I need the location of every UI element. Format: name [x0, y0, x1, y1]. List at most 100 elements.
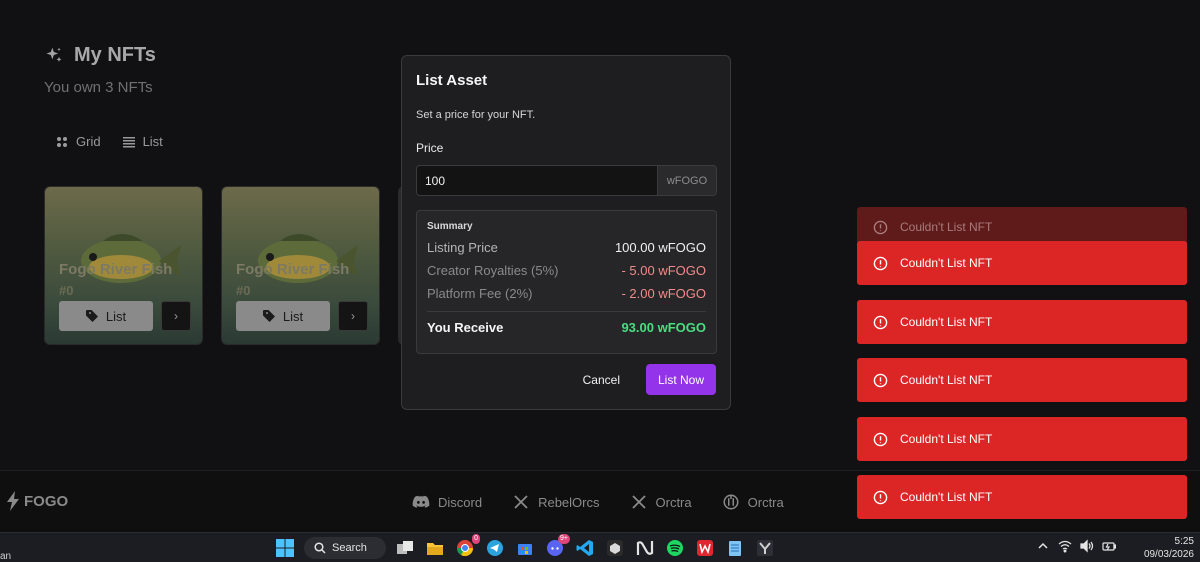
system-tray [1036, 539, 1116, 553]
tag-icon [85, 310, 98, 322]
notepad-button[interactable] [724, 537, 746, 559]
list-icon [122, 136, 135, 147]
error-toast[interactable]: Couldn't List NFT [857, 475, 1187, 519]
telegram-button[interactable] [484, 537, 506, 559]
notion-like-button[interactable] [634, 537, 656, 559]
fish-image [258, 234, 358, 283]
cancel-button[interactable]: Cancel [567, 364, 636, 395]
list-view-button[interactable]: List [122, 134, 163, 149]
you-receive-label: You Receive [427, 320, 504, 335]
royalties-label: Creator Royalties (5%) [427, 263, 559, 278]
notepad-icon [729, 541, 741, 556]
toast-message: Couldn't List NFT [900, 432, 993, 446]
battery-icon[interactable] [1102, 539, 1116, 553]
nft-number: #0 [59, 283, 74, 298]
nft-card[interactable]: Fogo River Fish #0 List › [221, 186, 380, 345]
task-view-icon [397, 541, 413, 554]
listing-price-row: Listing Price 100.00 wFOGO [427, 240, 706, 255]
grid-view-button[interactable]: Grid [56, 134, 101, 149]
telegram-icon [487, 540, 503, 556]
you-receive-row: You Receive 93.00 wFOGO [427, 320, 706, 335]
list-nft-label: List [105, 308, 127, 324]
vscode-icon [576, 540, 593, 556]
nft-card[interactable]: Fogo River Fish #0 List › [44, 186, 203, 345]
toast-message: Couldn't List NFT [900, 256, 993, 270]
chevron-right-icon: › [174, 309, 178, 323]
bolt-icon [7, 491, 19, 511]
social-link-x-orctra[interactable]: Orctra [630, 493, 692, 511]
alert-circle-icon [873, 256, 888, 270]
social-link-x-rebelorcs[interactable]: RebelOrcs [512, 493, 600, 511]
cube-icon [607, 540, 623, 556]
3d-app-button[interactable] [604, 537, 626, 559]
error-toast[interactable]: Couldn't List NFT [857, 300, 1187, 344]
nft-name: Fogo River Fish [59, 261, 173, 278]
search-label: Search [332, 542, 367, 554]
alert-circle-icon [873, 490, 888, 504]
wps-button[interactable] [694, 537, 716, 559]
windows-icon [276, 539, 294, 557]
app-y-button[interactable] [754, 537, 776, 559]
summary-divider [427, 311, 706, 312]
social-label: Discord [438, 494, 483, 510]
error-toast[interactable]: Couldn't List NFT [857, 417, 1187, 461]
brand-logo[interactable]: FOGO [6, 491, 68, 511]
clock-date: 09/03/2026 [1143, 549, 1194, 560]
file-explorer-button[interactable] [424, 537, 446, 559]
grid-view-label: Grid [76, 134, 101, 149]
list-nft-button[interactable]: List [59, 301, 153, 331]
error-toast[interactable]: Couldn't List NFT [857, 358, 1187, 402]
social-link-orctra[interactable]: Orctra [722, 493, 784, 511]
taskbar-search[interactable]: Search [304, 537, 386, 559]
toast-message: Couldn't List NFT [900, 490, 993, 504]
chevron-up-icon[interactable] [1036, 539, 1050, 553]
alert-circle-icon [873, 315, 888, 329]
brand-name: FOGO [24, 492, 69, 510]
alert-circle-icon [873, 220, 888, 234]
task-view-button[interactable] [394, 537, 416, 559]
error-toast[interactable]: Couldn't List NFT [857, 241, 1187, 285]
fish-image [81, 234, 181, 283]
vscode-button[interactable] [574, 537, 596, 559]
taskbar-clock[interactable]: 5:25 09/03/2026 [1130, 535, 1194, 561]
windows-taskbar: an Search 0 9+ 5:25 09/03/2026 [0, 532, 1200, 562]
platform-fee-value: - 2.00 wFOGO [621, 286, 706, 301]
store-button[interactable] [514, 537, 536, 559]
chrome-badge: 0 [472, 534, 480, 544]
toast-message: Couldn't List NFT [900, 315, 993, 329]
spotify-button[interactable] [664, 537, 686, 559]
volume-icon[interactable] [1080, 539, 1094, 553]
start-button[interactable] [274, 537, 296, 559]
list-asset-dialog: List Asset Set a price for your NFT. Pri… [401, 55, 731, 410]
chrome-button[interactable]: 0 [454, 534, 480, 559]
toast-message: Couldn't List NFT [900, 373, 993, 387]
wifi-icon[interactable] [1058, 539, 1072, 553]
list-view-label: List [142, 134, 163, 149]
price-label: Price [416, 141, 444, 155]
price-input[interactable] [416, 165, 657, 196]
search-icon [314, 542, 326, 554]
social-label: Orctra [655, 494, 692, 510]
page-title: My NFTs [74, 44, 156, 66]
taskbar-left-text: an [0, 551, 12, 562]
listing-price-label: Listing Price [427, 240, 498, 255]
chrome-icon [456, 540, 474, 557]
y-logo-icon [757, 540, 773, 556]
summary-title: Summary [427, 221, 473, 232]
social-label: RebelOrcs [538, 494, 600, 510]
page-header: My NFTs You own 3 NFTs [44, 44, 156, 96]
social-link-discord[interactable]: Discord [412, 493, 482, 511]
sparkles-icon [44, 46, 64, 66]
nft-details-button[interactable]: › [338, 301, 368, 331]
clock-time: 5:25 [1174, 536, 1194, 547]
gauge-icon [723, 494, 739, 510]
platform-fee-label: Platform Fee (2%) [427, 286, 533, 301]
nft-name: Fogo River Fish [236, 261, 350, 278]
discord-badge: 9+ [558, 534, 570, 544]
list-nft-button[interactable]: List [236, 301, 330, 331]
discord-app-button[interactable]: 9+ [544, 534, 570, 559]
folder-icon [427, 543, 443, 555]
currency-tag: wFOGO [657, 165, 717, 196]
nft-details-button[interactable]: › [161, 301, 191, 331]
list-now-button[interactable]: List Now [645, 364, 716, 395]
